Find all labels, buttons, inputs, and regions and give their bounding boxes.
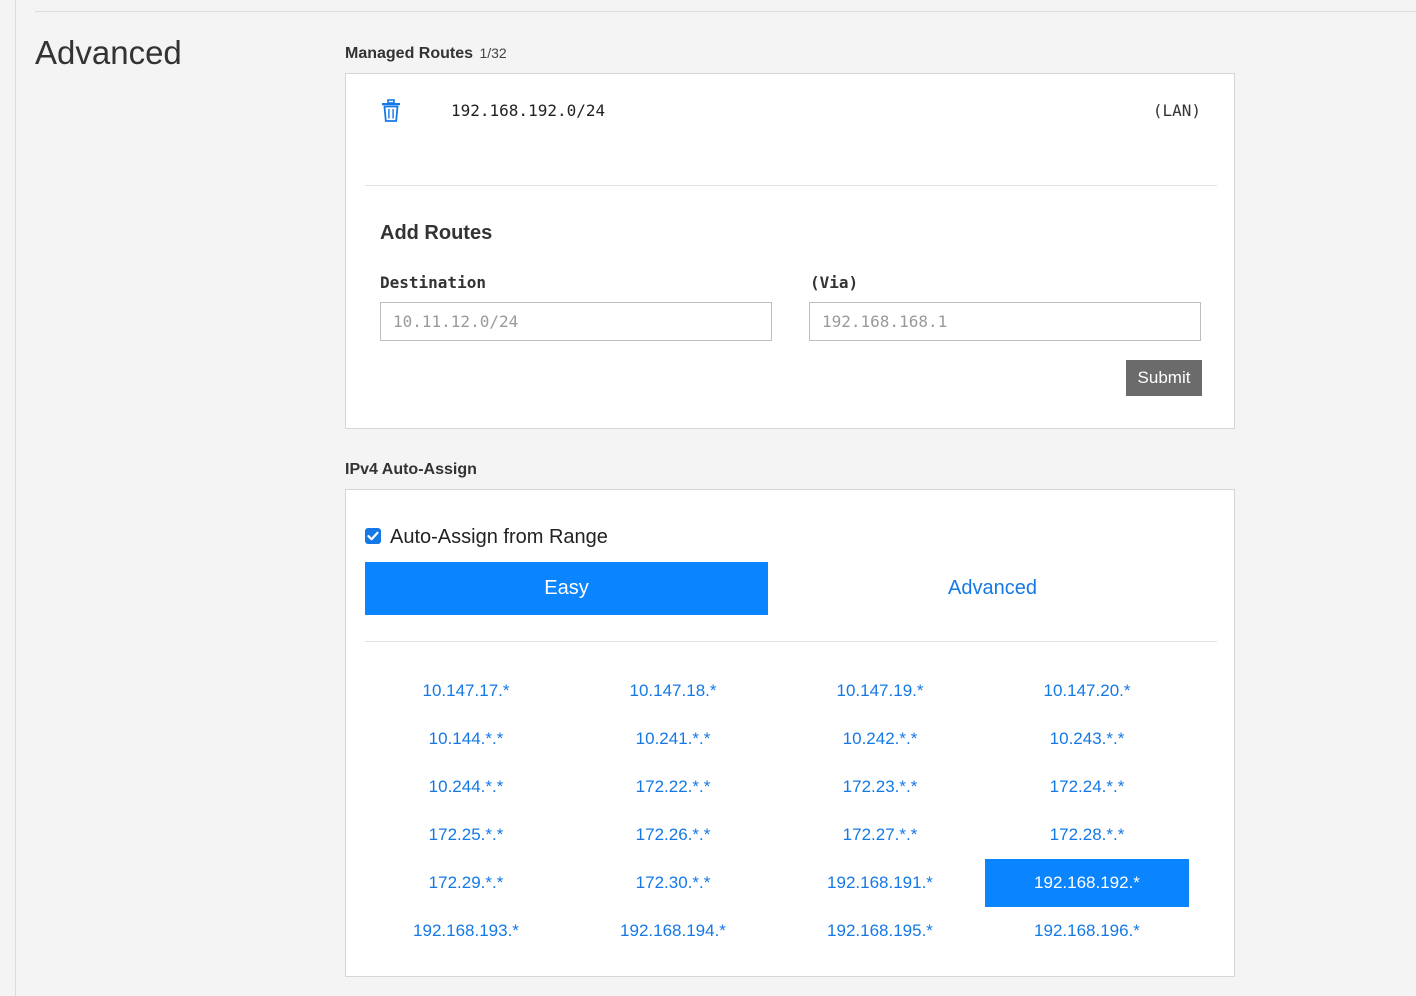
route-via: (LAN) [1152,101,1201,120]
via-input[interactable] [809,302,1201,341]
checkmark-icon [367,531,379,541]
range-option[interactable]: 10.243.*.* [985,715,1189,763]
trash-icon[interactable] [381,99,401,123]
range-option[interactable]: 192.168.192.* [985,859,1189,907]
range-option[interactable]: 172.29.*.* [364,859,568,907]
range-option[interactable]: 10.242.*.* [778,715,982,763]
managed-routes-title: Managed Routes [345,45,474,62]
via-label: (Via) [810,273,859,292]
page: Advanced Managed Routes 1/32 192.168.192… [0,0,1416,996]
tab-easy[interactable]: Easy [365,562,768,615]
range-option[interactable]: 172.25.*.* [364,811,568,859]
managed-routes-panel: 192.168.192.0/24 (LAN) Add Routes Destin… [345,73,1235,429]
add-routes-title: Add Routes [380,222,493,244]
range-option[interactable]: 172.26.*.* [571,811,775,859]
range-option[interactable]: 172.23.*.* [778,763,982,811]
managed-routes-label: Managed Routes 1/32 [345,45,507,63]
range-option[interactable]: 192.168.191.* [778,859,982,907]
route-destination: 192.168.192.0/24 [451,101,606,120]
range-option[interactable]: 172.28.*.* [985,811,1189,859]
section-title: Advanced [35,34,182,71]
range-option[interactable]: 10.144.*.* [364,715,568,763]
managed-routes-count: 1/32 [479,45,507,61]
submit-button[interactable]: Submit [1126,360,1202,396]
destination-input[interactable] [380,302,772,341]
range-option[interactable]: 172.22.*.* [571,763,775,811]
tab-advanced[interactable]: Advanced [791,562,1194,615]
ipv4-auto-assign-panel: Auto-Assign from Range Easy Advanced 10.… [345,489,1235,977]
route-row: 192.168.192.0/24 (LAN) [381,98,1201,124]
range-option[interactable]: 10.147.20.* [985,667,1189,715]
tabs-divider [365,641,1217,642]
range-option[interactable]: 192.168.196.* [985,907,1189,955]
routes-divider [365,185,1217,186]
destination-label: Destination [380,273,486,292]
range-option[interactable]: 192.168.195.* [778,907,982,955]
range-option[interactable]: 10.147.17.* [364,667,568,715]
range-option[interactable]: 192.168.193.* [364,907,568,955]
range-option[interactable]: 172.24.*.* [985,763,1189,811]
range-option[interactable]: 10.147.19.* [778,667,982,715]
top-divider [35,11,1416,12]
range-option[interactable]: 10.244.*.* [364,763,568,811]
auto-assign-checkbox[interactable] [365,528,381,544]
range-option[interactable]: 10.241.*.* [571,715,775,763]
range-option[interactable]: 10.147.18.* [571,667,775,715]
range-option[interactable]: 172.27.*.* [778,811,982,859]
range-option[interactable]: 172.30.*.* [571,859,775,907]
range-option[interactable]: 192.168.194.* [571,907,775,955]
ipv4-auto-assign-label: IPv4 Auto-Assign [345,461,477,478]
auto-assign-checkbox-label[interactable]: Auto-Assign from Range [390,526,608,549]
left-border [15,0,16,996]
